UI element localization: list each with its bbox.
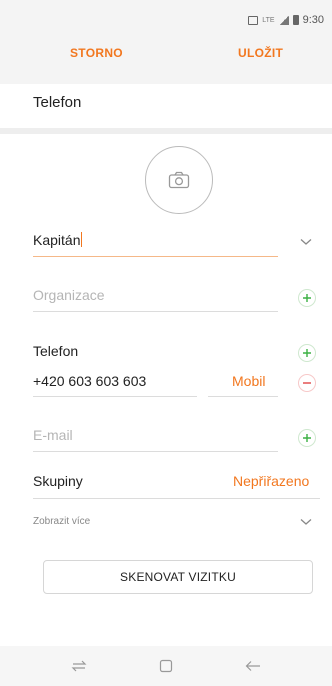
email-underline bbox=[33, 451, 278, 452]
navigation-bar bbox=[0, 646, 332, 686]
add-phone-button[interactable] bbox=[298, 344, 316, 362]
back-button[interactable] bbox=[242, 656, 264, 676]
clock: 9:30 bbox=[302, 14, 324, 26]
recent-apps-icon bbox=[71, 660, 87, 672]
groups-value[interactable]: Nepřiřazeno bbox=[233, 473, 309, 489]
save-button[interactable]: ULOŽIT bbox=[238, 46, 283, 60]
phone-section-label: Telefon bbox=[33, 343, 79, 359]
phone-type-selector[interactable]: Mobil bbox=[232, 373, 265, 389]
add-email-button[interactable] bbox=[298, 429, 316, 447]
phone-number-field[interactable]: +420 603 603 603 bbox=[33, 373, 146, 389]
organization-underline bbox=[33, 311, 278, 312]
name-underline bbox=[33, 256, 278, 257]
cancel-button[interactable]: STORNO bbox=[70, 46, 123, 60]
groups-label: Skupiny bbox=[33, 473, 83, 489]
plus-icon bbox=[303, 294, 311, 302]
home-button[interactable] bbox=[155, 656, 177, 676]
expand-name-chevron-icon[interactable] bbox=[300, 238, 312, 246]
name-field[interactable]: Kapitán bbox=[33, 232, 83, 248]
show-more-link[interactable]: Zobrazit více bbox=[33, 516, 90, 527]
battery-icon bbox=[292, 15, 299, 25]
home-icon bbox=[159, 659, 173, 673]
add-organization-button[interactable] bbox=[298, 289, 316, 307]
status-bar: LTE 9:30 bbox=[248, 14, 324, 26]
add-photo-button[interactable] bbox=[145, 146, 213, 214]
signal-icon bbox=[278, 15, 289, 25]
name-value: Kapitán bbox=[33, 232, 81, 248]
groups-underline bbox=[33, 498, 320, 499]
plus-icon bbox=[303, 349, 311, 357]
section-divider bbox=[0, 128, 332, 134]
recent-apps-button[interactable] bbox=[68, 656, 90, 676]
email-field[interactable]: E-mail bbox=[33, 427, 73, 443]
phone-type-underline bbox=[208, 396, 278, 397]
text-cursor bbox=[81, 232, 83, 247]
show-more-chevron-icon[interactable] bbox=[300, 518, 312, 526]
back-arrow-icon bbox=[245, 661, 260, 671]
minus-icon bbox=[303, 382, 311, 384]
network-type-icon: LTE bbox=[262, 16, 275, 24]
camera-icon bbox=[168, 171, 190, 189]
plus-icon bbox=[303, 434, 311, 442]
scan-business-card-button[interactable]: SKENOVAT VIZITKU bbox=[43, 560, 313, 594]
phone-number-underline bbox=[33, 396, 197, 397]
account-title: Telefon bbox=[33, 94, 82, 111]
sim-card-icon bbox=[248, 15, 259, 25]
app-header: LTE 9:30 STORNO ULOŽIT bbox=[0, 0, 332, 84]
organization-field[interactable]: Organizace bbox=[33, 287, 105, 303]
remove-phone-button[interactable] bbox=[298, 374, 316, 392]
